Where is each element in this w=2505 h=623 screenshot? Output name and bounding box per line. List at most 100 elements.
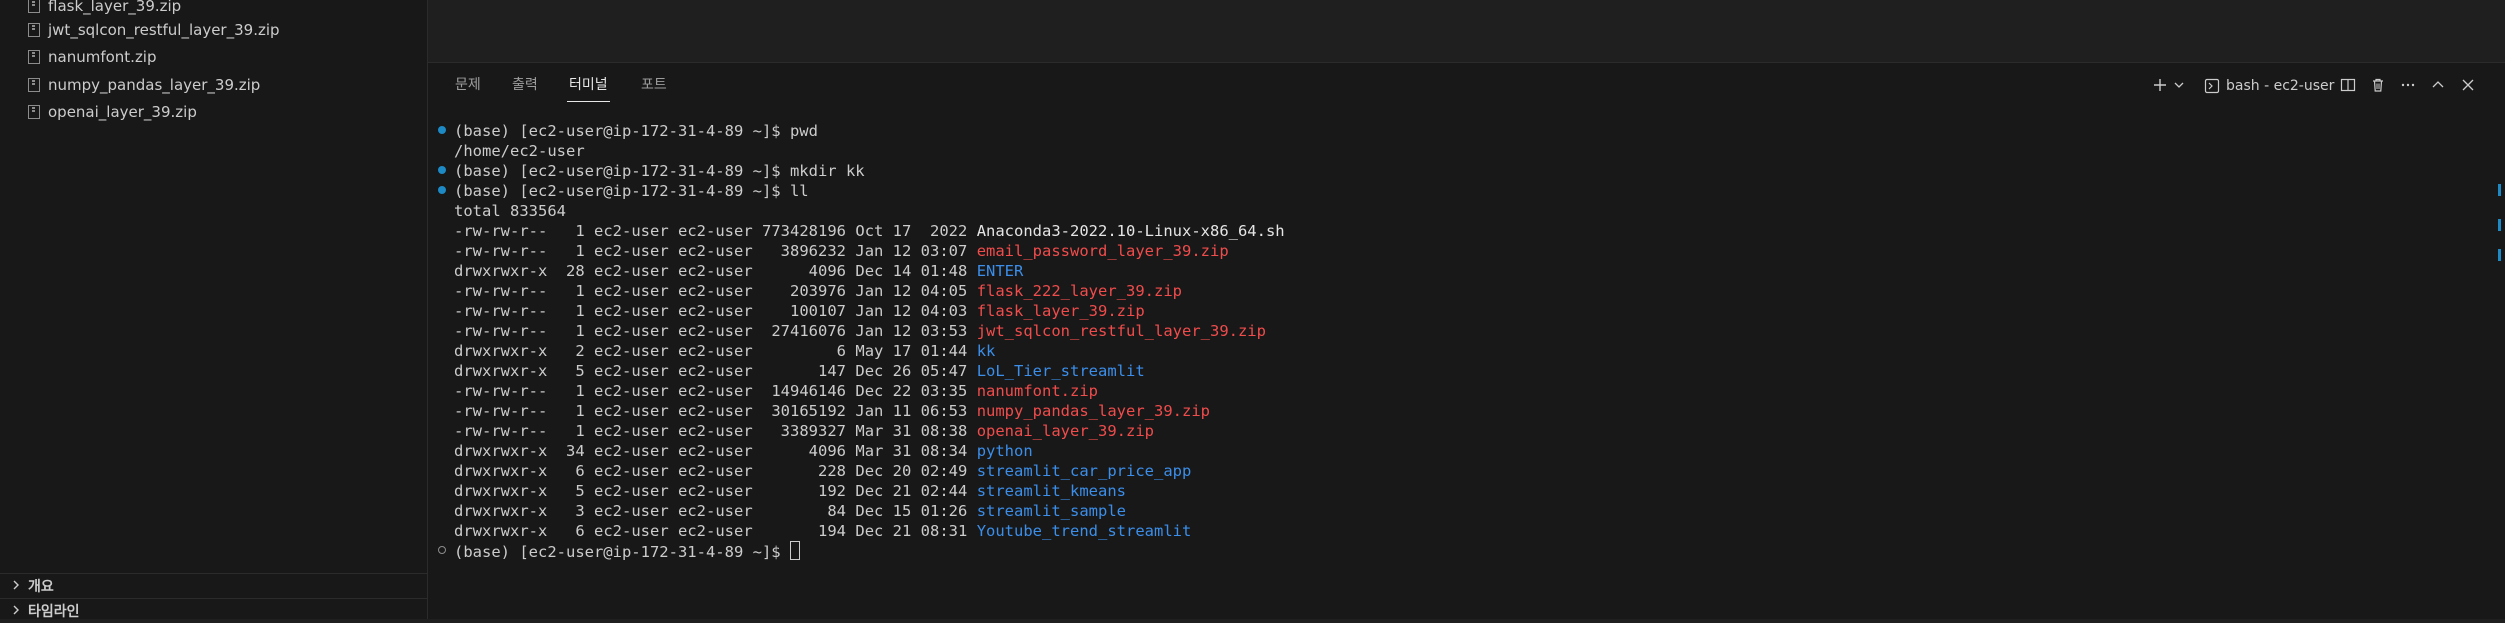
listing-meta: -rw-rw-r-- 1 ec2-user ec2-user 3389327 M… bbox=[454, 422, 977, 440]
listing-perms: -rw-rw-r-- bbox=[454, 222, 557, 240]
zip-file-icon bbox=[28, 0, 40, 13]
listing-group: ec2-user bbox=[678, 322, 753, 340]
more-icon[interactable] bbox=[2398, 73, 2418, 97]
chevron-down-icon[interactable] bbox=[2172, 73, 2186, 97]
listing-filename[interactable]: streamlit_car_price_app bbox=[977, 462, 1192, 480]
listing-filename[interactable]: kk bbox=[977, 342, 996, 360]
listing-meta: drwxrwxr-x 28 ec2-user ec2-user 4096 Dec… bbox=[454, 262, 977, 280]
trash-icon[interactable] bbox=[2368, 73, 2388, 97]
file-item-nanumfont[interactable]: nanumfont.zip bbox=[0, 43, 427, 70]
listing-owner: ec2-user bbox=[594, 502, 669, 520]
tab-problems[interactable]: 문제 bbox=[453, 75, 483, 101]
listing-filename[interactable]: numpy_pandas_layer_39.zip bbox=[977, 402, 1210, 420]
listing-filename[interactable]: python bbox=[977, 442, 1033, 460]
plus-icon[interactable] bbox=[2150, 73, 2170, 97]
listing-owner: ec2-user bbox=[594, 302, 669, 320]
listing-row: drwxrwxr-x 34 ec2-user ec2-user 4096 Mar… bbox=[454, 441, 1033, 461]
listing-links: 6 bbox=[566, 522, 585, 540]
tab-output[interactable]: 출력 bbox=[510, 75, 540, 101]
terminal-panel: 문제 출력 터미널 포트 bash - ec2-user (base) [ec2… bbox=[428, 63, 2505, 619]
listing-links: 1 bbox=[566, 282, 585, 300]
zip-file-icon bbox=[28, 104, 40, 119]
listing-group: ec2-user bbox=[678, 282, 753, 300]
listing-filename[interactable]: streamlit_sample bbox=[977, 502, 1126, 520]
listing-filename[interactable]: email_password_layer_39.zip bbox=[977, 242, 1229, 260]
listing-links: 1 bbox=[566, 422, 585, 440]
listing-perms: drwxrwxr-x bbox=[454, 482, 557, 500]
listing-date: Dec 20 02:49 bbox=[855, 462, 968, 480]
listing-group: ec2-user bbox=[678, 482, 753, 500]
listing-size: 27416076 bbox=[762, 322, 847, 340]
terminal-scrollbar[interactable] bbox=[2491, 121, 2505, 611]
listing-filename[interactable]: flask_layer_39.zip bbox=[977, 302, 1145, 320]
file-item-jwt-layer[interactable]: jwt_sqlcon_restful_layer_39.zip bbox=[0, 16, 427, 43]
listing-owner: ec2-user bbox=[594, 262, 669, 280]
listing-size: 14946146 bbox=[762, 382, 847, 400]
listing-links: 1 bbox=[566, 322, 585, 340]
listing-filename[interactable]: jwt_sqlcon_restful_layer_39.zip bbox=[977, 322, 1266, 340]
listing-size: 100107 bbox=[762, 302, 847, 320]
listing-filename[interactable]: ENTER bbox=[977, 262, 1024, 280]
file-item-numpy-pandas[interactable]: numpy_pandas_layer_39.zip bbox=[0, 71, 427, 98]
listing-filename[interactable]: openai_layer_39.zip bbox=[977, 422, 1154, 440]
file-name: jwt_sqlcon_restful_layer_39.zip bbox=[48, 20, 280, 39]
listing-meta: -rw-rw-r-- 1 ec2-user ec2-user 30165192 … bbox=[454, 402, 977, 420]
listing-date: Oct 17 2022 bbox=[855, 222, 968, 240]
listing-size: 192 bbox=[762, 482, 847, 500]
tab-terminal[interactable]: 터미널 bbox=[567, 75, 610, 102]
file-item-openai-layer[interactable]: openai_layer_39.zip bbox=[0, 98, 427, 125]
listing-group: ec2-user bbox=[678, 402, 753, 420]
listing-links: 5 bbox=[566, 362, 585, 380]
listing-row: drwxrwxr-x 28 ec2-user ec2-user 4096 Dec… bbox=[454, 261, 1023, 281]
outline-section-header[interactable]: 개요 bbox=[0, 573, 427, 598]
listing-links: 34 bbox=[566, 442, 585, 460]
listing-date: Mar 31 08:34 bbox=[855, 442, 968, 460]
command-success-marker[interactable] bbox=[438, 166, 446, 174]
terminal-output[interactable]: (base) [ec2-user@ip-172-31-4-89 ~]$ pwd … bbox=[428, 121, 2488, 611]
listing-links: 3 bbox=[566, 502, 585, 520]
editor-area bbox=[428, 0, 2505, 63]
listing-filename[interactable]: LoL_Tier_streamlit bbox=[977, 362, 1145, 380]
listing-row: drwxrwxr-x 3 ec2-user ec2-user 84 Dec 15… bbox=[454, 501, 1126, 521]
terminal-selector[interactable]: bash - ec2-user bbox=[2204, 75, 2334, 97]
listing-filename[interactable]: streamlit_kmeans bbox=[977, 482, 1126, 500]
listing-row: -rw-rw-r-- 1 ec2-user ec2-user 3389327 M… bbox=[454, 421, 1154, 441]
listing-meta: drwxrwxr-x 5 ec2-user ec2-user 192 Dec 2… bbox=[454, 482, 977, 500]
file-name: nanumfont.zip bbox=[48, 47, 157, 66]
listing-perms: -rw-rw-r-- bbox=[454, 382, 557, 400]
listing-filename[interactable]: Youtube_trend_streamlit bbox=[977, 522, 1192, 540]
listing-owner: ec2-user bbox=[594, 462, 669, 480]
command-success-marker[interactable] bbox=[438, 186, 446, 194]
listing-size: 147 bbox=[762, 362, 847, 380]
listing-owner: ec2-user bbox=[594, 402, 669, 420]
listing-date: Jan 12 03:53 bbox=[855, 322, 968, 340]
listing-meta: -rw-rw-r-- 1 ec2-user ec2-user 27416076 … bbox=[454, 322, 977, 340]
listing-perms: drwxrwxr-x bbox=[454, 502, 557, 520]
tab-ports[interactable]: 포트 bbox=[639, 75, 669, 101]
listing-perms: drwxrwxr-x bbox=[454, 462, 557, 480]
listing-row: drwxrwxr-x 5 ec2-user ec2-user 192 Dec 2… bbox=[454, 481, 1126, 501]
listing-group: ec2-user bbox=[678, 242, 753, 260]
timeline-section-header[interactable]: 타임라인 bbox=[0, 598, 427, 623]
split-icon[interactable] bbox=[2338, 73, 2358, 97]
listing-filename[interactable]: nanumfont.zip bbox=[977, 382, 1098, 400]
listing-row: -rw-rw-r-- 1 ec2-user ec2-user 773428196… bbox=[454, 221, 1285, 241]
command-pending-marker bbox=[438, 546, 446, 554]
close-icon[interactable] bbox=[2458, 73, 2478, 97]
listing-group: ec2-user bbox=[678, 302, 753, 320]
listing-filename[interactable]: Anaconda3-2022.10-Linux-x86_64.sh bbox=[977, 222, 1285, 240]
command-success-marker[interactable] bbox=[438, 126, 446, 134]
terminal-line: /home/ec2-user bbox=[454, 142, 585, 160]
listing-row: drwxrwxr-x 2 ec2-user ec2-user 6 May 17 … bbox=[454, 341, 995, 361]
chevron-up-icon[interactable] bbox=[2428, 73, 2448, 97]
listing-group: ec2-user bbox=[678, 262, 753, 280]
listing-perms: drwxrwxr-x bbox=[454, 362, 557, 380]
panel-header: 문제 출력 터미널 포트 bash - ec2-user bbox=[428, 63, 2505, 107]
listing-group: ec2-user bbox=[678, 442, 753, 460]
listing-row: drwxrwxr-x 5 ec2-user ec2-user 147 Dec 2… bbox=[454, 361, 1145, 381]
listing-date: Dec 14 01:48 bbox=[855, 262, 968, 280]
listing-date: May 17 01:44 bbox=[855, 342, 968, 360]
terminal-line: (base) [ec2-user@ip-172-31-4-89 ~]$ mkdi… bbox=[454, 162, 865, 180]
listing-perms: drwxrwxr-x bbox=[454, 262, 557, 280]
listing-filename[interactable]: flask_222_layer_39.zip bbox=[977, 282, 1182, 300]
